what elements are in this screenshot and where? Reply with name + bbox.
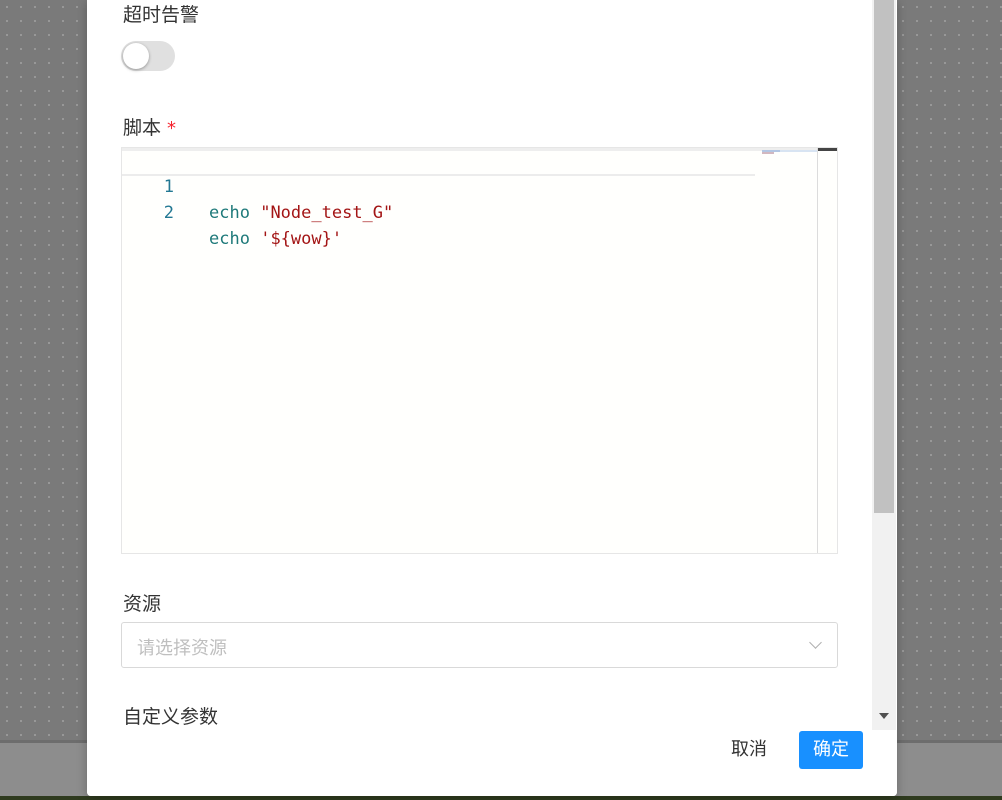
resource-label: 资源 <box>123 593 162 615</box>
code-keyword: echo <box>209 203 250 223</box>
resource-select-placeholder: 请选择资源 <box>137 638 227 659</box>
line-number: 2 <box>163 203 174 223</box>
confirm-button[interactable]: 确定 <box>799 731 863 769</box>
editor-minimap[interactable] <box>762 150 817 154</box>
timeout-alert-label: 超时告警 <box>123 4 200 26</box>
minimap-viewport <box>780 150 817 152</box>
code-line-1[interactable]: 1 echo "Node_test_G" <box>122 148 755 223</box>
editor-scrollbar[interactable] <box>817 148 837 553</box>
modal-body: 超时告警 脚本 * 1 echo "Node_test_G" 2 echo '${… <box>87 0 872 730</box>
scrollbar-thumb[interactable] <box>874 0 894 513</box>
toggle-knob <box>123 43 149 69</box>
custom-params-label: 自定义参数 <box>123 706 219 728</box>
script-editor[interactable]: 1 echo "Node_test_G" 2 echo '${wow}' <box>121 147 838 554</box>
minimap-line <box>762 152 774 154</box>
code-string: "Node_test_G" <box>260 203 394 223</box>
resource-select[interactable]: 请选择资源 <box>121 622 838 668</box>
modal-dialog: 超时告警 脚本 * 1 echo "Node_test_G" 2 echo '${… <box>87 0 897 796</box>
cancel-button[interactable]: 取消 <box>716 731 782 769</box>
modal-footer: 取消 确定 <box>87 730 897 796</box>
modal-scrollbar[interactable] <box>872 0 896 730</box>
code-string: '${wow}' <box>260 229 343 249</box>
required-mark: * <box>167 118 177 139</box>
script-label: 脚本 * <box>123 113 176 140</box>
editor-scrollbar-cap <box>818 148 837 151</box>
code-text[interactable]: echo "Node_test_G" <box>209 200 393 226</box>
code-keyword: echo <box>209 229 250 249</box>
background-green-edge <box>0 796 1002 800</box>
code-text[interactable]: echo '${wow}' <box>209 226 342 252</box>
chevron-down-icon <box>809 636 822 649</box>
code-line-2[interactable]: 2 echo '${wow}' <box>122 174 755 249</box>
scroll-down-arrow-icon[interactable] <box>879 713 889 719</box>
timeout-alert-toggle[interactable] <box>121 41 175 71</box>
script-label-text: 脚本 <box>123 117 162 139</box>
